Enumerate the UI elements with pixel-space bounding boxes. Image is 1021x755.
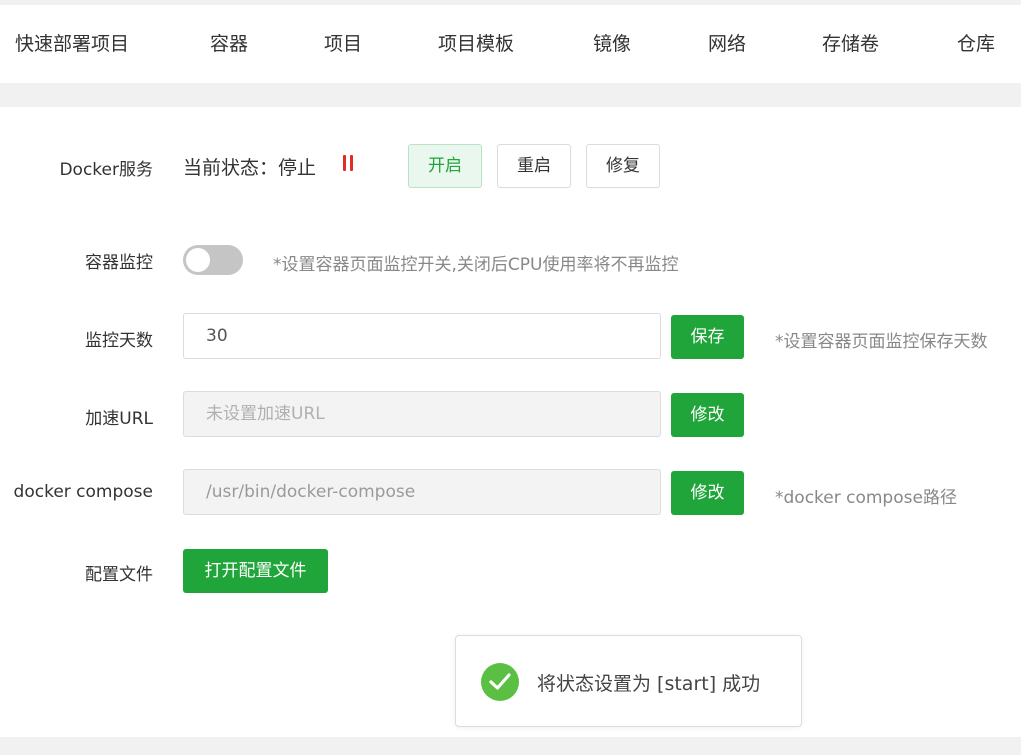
save-button[interactable]: 保存 [671,315,744,359]
docker-service-label: Docker服务 [59,160,153,180]
modify-compose-button[interactable]: 修改 [671,471,744,515]
success-toast: 将状态设置为 [start] 成功 [455,635,802,727]
bottom-strip [0,737,1021,755]
tab-networks[interactable]: 网络 [708,5,746,83]
top-nav: 快速部署项目 容器 项目 项目模板 镜像 网络 存储卷 仓库 [0,5,1021,83]
pause-icon [342,155,354,171]
tab-containers[interactable]: 容器 [210,5,248,83]
monitor-toggle[interactable] [183,245,243,275]
tab-registry[interactable]: 仓库 [957,5,995,83]
tab-project-templates[interactable]: 项目模板 [438,5,514,83]
accel-url-field[interactable]: 未设置加速URL [183,391,661,437]
modify-accel-url-button[interactable]: 修改 [671,393,744,437]
config-file-label: 配置文件 [85,565,153,585]
start-button[interactable]: 开启 [408,144,482,188]
monitor-days-input[interactable]: 30 [183,313,661,359]
accel-url-label: 加速URL [85,409,153,429]
monitor-days-label: 监控天数 [85,331,153,351]
restart-button[interactable]: 重启 [497,144,571,188]
monitor-hint: *设置容器页面监控开关,关闭后CPU使用率将不再监控 [273,255,679,275]
tab-images[interactable]: 镜像 [593,5,631,83]
tab-volumes[interactable]: 存储卷 [822,5,879,83]
repair-button[interactable]: 修复 [586,144,660,188]
docker-compose-path-field[interactable]: /usr/bin/docker-compose [183,469,661,515]
monitor-days-hint: *设置容器页面监控保存天数 [775,332,988,352]
toast-message: 将状态设置为 [start] 成功 [537,673,761,695]
check-circle-icon [481,663,519,701]
toggle-knob [186,248,210,272]
tab-projects[interactable]: 项目 [324,5,362,83]
open-config-button[interactable]: 打开配置文件 [183,549,328,593]
compose-hint: *docker compose路径 [775,488,957,508]
container-monitor-label: 容器监控 [85,253,153,273]
docker-compose-label: docker compose [13,482,153,502]
service-status-text: 当前状态：停止 [183,157,317,179]
tab-quick-deploy[interactable]: 快速部署项目 [15,5,129,83]
